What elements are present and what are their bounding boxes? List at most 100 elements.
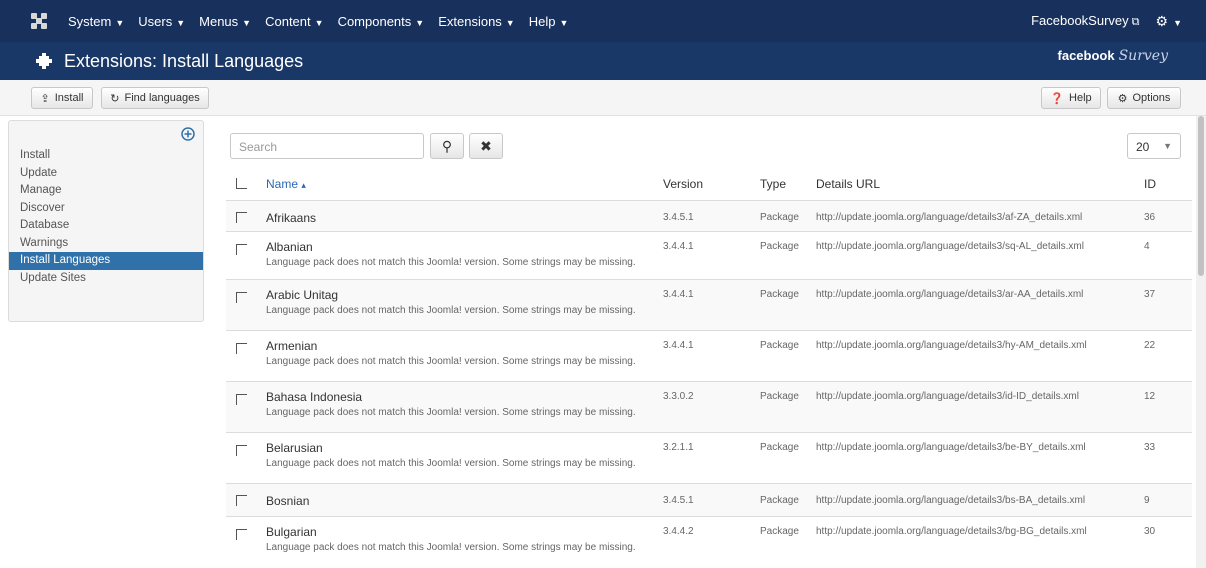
- refresh-icon: ↻: [110, 92, 120, 105]
- details-url-cell[interactable]: http://update.joomla.org/language/detail…: [816, 289, 1083, 300]
- options-button[interactable]: ⚙ Options: [1107, 87, 1181, 109]
- table-row: Belarusian Language pack does not match t…: [226, 432, 1192, 483]
- language-cell: Bulgarian Language pack does not match th…: [266, 525, 636, 553]
- question-circle-icon: ❓: [1050, 92, 1065, 105]
- page-title: Extensions: Install Languages: [64, 51, 304, 71]
- details-url-cell[interactable]: http://update.joomla.org/language/detail…: [816, 442, 1086, 453]
- row-checkbox[interactable]: [236, 394, 247, 405]
- toolbar: ⇪ Install ↻ Find languages ❓ Help ⚙ Options: [0, 80, 1206, 116]
- type-cell: Package: [760, 495, 799, 506]
- version-cell: 3.4.5.1: [663, 495, 694, 506]
- top-menu-bar: System ▼ Users ▼ Menus ▼ Content ▼ Component…: [0, 0, 1206, 42]
- details-url-cell[interactable]: http://update.joomla.org/language/detail…: [816, 391, 1079, 402]
- language-name: Albanian: [266, 240, 313, 254]
- sidebar-item-discover[interactable]: Discover: [9, 200, 203, 218]
- caret-down-icon: ▼: [242, 17, 252, 28]
- sidebar-item-update-sites[interactable]: Update Sites: [9, 270, 203, 288]
- language-cell: Belarusian Language pack does not match t…: [266, 441, 636, 469]
- table-header: Name ▴ Version Type Details URL ID: [226, 168, 1192, 200]
- language-name: Bulgarian: [266, 525, 317, 539]
- sidebar-item-install-languages[interactable]: Install Languages: [9, 252, 203, 270]
- row-checkbox[interactable]: [236, 343, 247, 354]
- id-cell: 9: [1144, 495, 1150, 506]
- close-icon: ✖: [480, 137, 492, 154]
- details-url-cell[interactable]: http://update.joomla.org/language/detail…: [816, 526, 1087, 537]
- table-row: Arabic Unitag Language pack does not matc…: [226, 279, 1192, 330]
- caret-down-icon: ▼: [115, 17, 125, 28]
- language-name: Arabic Unitag: [266, 288, 339, 302]
- menu-menus[interactable]: Menus ▼: [199, 14, 251, 29]
- sort-caret-icon: ▴: [301, 180, 306, 190]
- type-cell: Package: [760, 340, 799, 351]
- row-checkbox[interactable]: [236, 495, 247, 506]
- install-button[interactable]: ⇪ Install: [31, 87, 93, 109]
- details-url-cell[interactable]: http://update.joomla.org/language/detail…: [816, 241, 1084, 252]
- details-url-cell[interactable]: http://update.joomla.org/language/detail…: [816, 340, 1087, 351]
- sidebar-item-warnings[interactable]: Warnings: [9, 235, 203, 253]
- joomla-logo-icon[interactable]: [30, 12, 48, 30]
- column-version-header[interactable]: Version: [663, 177, 703, 191]
- sidebar-item-update[interactable]: Update: [9, 165, 203, 183]
- type-cell: Package: [760, 212, 799, 223]
- search-button[interactable]: ⚲: [430, 133, 464, 159]
- id-cell: 22: [1144, 340, 1156, 351]
- column-name-header[interactable]: Name ▴: [266, 177, 306, 191]
- version-warning: Language pack does not match this Joomla…: [266, 257, 636, 268]
- clear-button[interactable]: ✖: [469, 133, 503, 159]
- type-cell: Package: [760, 391, 799, 402]
- row-checkbox[interactable]: [236, 212, 247, 223]
- site-link[interactable]: FacebookSurvey ⧉: [1031, 13, 1139, 29]
- scrollbar-thumb[interactable]: [1198, 116, 1204, 276]
- id-cell: 4: [1144, 241, 1150, 252]
- upload-icon: ⇪: [40, 92, 50, 105]
- table-row: Afrikaans 3.4.5.1 Package http://update.joo…: [226, 200, 1192, 231]
- language-name: Armenian: [266, 339, 318, 353]
- sidebar-menu: Install Update Manage Discover Database …: [9, 147, 203, 287]
- caret-down-icon: ▼: [505, 17, 515, 28]
- search-input[interactable]: Search: [230, 133, 424, 159]
- menu-extensions[interactable]: Extensions ▼: [438, 14, 515, 29]
- scrollbar[interactable]: [1196, 116, 1206, 568]
- details-url-cell[interactable]: http://update.joomla.org/language/detail…: [816, 495, 1085, 506]
- row-checkbox[interactable]: [236, 292, 247, 303]
- sidebar-item-install[interactable]: Install: [9, 147, 203, 165]
- row-checkbox[interactable]: [236, 445, 247, 456]
- version-warning: Language pack does not match this Joomla…: [266, 356, 636, 367]
- version-warning: Language pack does not match this Joomla…: [266, 407, 636, 418]
- language-name: Bahasa Indonesia: [266, 390, 363, 404]
- menu-components[interactable]: Components ▼: [338, 14, 425, 29]
- table-row: Bahasa Indonesia Language pack does not m…: [226, 381, 1192, 432]
- sidebar-item-database[interactable]: Database: [9, 217, 203, 235]
- details-url-cell[interactable]: http://update.joomla.org/language/detail…: [816, 212, 1082, 223]
- menu-system[interactable]: System ▼: [68, 14, 124, 29]
- list-limit-select[interactable]: 20 ▼: [1127, 133, 1181, 159]
- row-checkbox[interactable]: [236, 244, 247, 255]
- column-details-header[interactable]: Details URL: [816, 177, 880, 191]
- language-name: Belarusian: [266, 441, 323, 455]
- row-checkbox[interactable]: [236, 529, 247, 540]
- column-id-header[interactable]: ID: [1144, 177, 1156, 191]
- help-button[interactable]: ❓ Help: [1041, 87, 1101, 109]
- language-name: Bosnian: [266, 494, 310, 508]
- sidebar-toggle-icon[interactable]: [181, 127, 195, 141]
- column-type-header[interactable]: Type: [760, 177, 786, 191]
- caret-down-icon: ▼: [1173, 17, 1182, 28]
- find-languages-button[interactable]: ↻ Find languages: [101, 87, 209, 109]
- caret-down-icon: ▼: [176, 17, 186, 28]
- select-all-checkbox[interactable]: [236, 178, 247, 189]
- gear-icon: ⚙: [1117, 92, 1128, 105]
- menu-help[interactable]: Help ▼: [529, 14, 569, 29]
- main-menu: System ▼ Users ▼ Menus ▼ Content ▼ Component…: [68, 0, 582, 42]
- version-warning: Language pack does not match this Joomla…: [266, 305, 636, 316]
- menu-users[interactable]: Users ▼: [138, 14, 185, 29]
- id-cell: 36: [1144, 212, 1156, 223]
- sidebar-item-manage[interactable]: Manage: [9, 182, 203, 200]
- id-cell: 33: [1144, 442, 1156, 453]
- user-menu[interactable]: ⚙ ▼: [1156, 13, 1182, 30]
- external-link-icon: ⧉: [1131, 16, 1140, 28]
- table-row: Armenian Language pack does not match thi…: [226, 330, 1192, 381]
- version-warning: Language pack does not match this Joomla…: [266, 542, 636, 553]
- menu-content[interactable]: Content ▼: [265, 14, 323, 29]
- id-cell: 12: [1144, 391, 1156, 402]
- caret-down-icon: ▼: [314, 17, 324, 28]
